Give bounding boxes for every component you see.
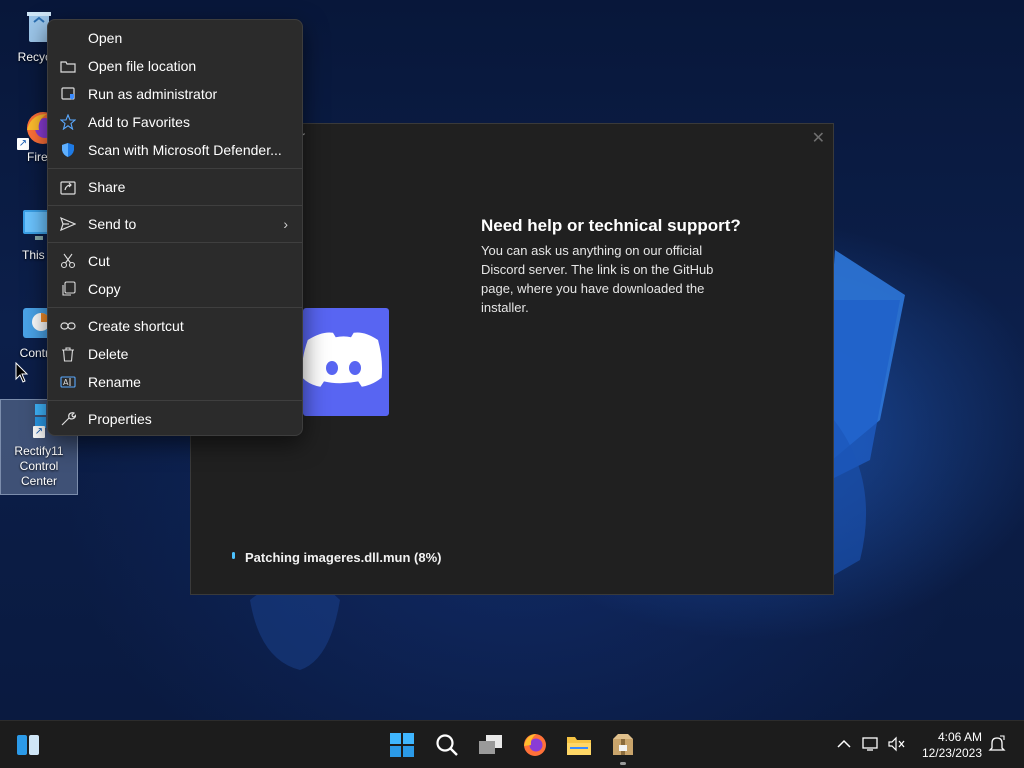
defender-icon (60, 142, 76, 158)
mouse-cursor-icon (15, 362, 29, 383)
menu-item-label: Run as administrator (88, 86, 218, 102)
menu-item-label: Create shortcut (88, 318, 184, 334)
menu-item-rename[interactable]: A Rename (52, 368, 298, 396)
show-hidden-icons-button[interactable] (835, 735, 853, 753)
menu-item-properties[interactable]: Properties (52, 405, 298, 433)
taskbar: 4:06 AM 12/23/2023 (0, 720, 1024, 768)
admin-shield-icon (60, 86, 76, 102)
clock[interactable]: 4:06 AM 12/23/2023 (912, 729, 982, 761)
menu-item-label: Open file location (88, 58, 197, 74)
svg-text:A: A (63, 378, 69, 387)
menu-item-label: Delete (88, 346, 129, 362)
widgets-button[interactable] (12, 729, 44, 761)
menu-item-open[interactable]: Open (52, 24, 298, 52)
wrench-icon (60, 411, 76, 427)
widgets-icon (17, 735, 39, 755)
chevron-up-icon (837, 739, 851, 748)
scissors-icon (60, 253, 76, 269)
menu-item-delete[interactable]: Delete (52, 340, 298, 368)
start-button[interactable] (386, 729, 418, 761)
menu-item-label: Open (88, 30, 123, 46)
blank-icon (60, 30, 76, 46)
menu-item-label: Add to Favorites (88, 114, 190, 130)
notification-bell-icon (988, 735, 1006, 751)
menu-item-run-as-administrator[interactable]: Run as administrator (52, 80, 298, 108)
menu-item-label: Share (88, 179, 126, 195)
volume-button[interactable] (888, 735, 906, 753)
task-view-button[interactable] (475, 729, 507, 761)
discord-icon (302, 332, 383, 387)
volume-muted-icon (888, 736, 905, 752)
menu-item-scan-with-defender[interactable]: Scan with Microsoft Defender... (52, 136, 298, 164)
search-button[interactable] (431, 729, 463, 761)
menu-item-label: Cut (88, 253, 110, 269)
task-view-icon (479, 735, 502, 754)
desktop-icon-label: Rectify11 Control Center (14, 444, 64, 488)
trash-icon (60, 346, 76, 362)
folder-icon (60, 58, 76, 74)
help-title: Need help or technical support? (481, 216, 741, 235)
share-icon (60, 179, 76, 195)
installer-package-icon (613, 734, 633, 755)
folder-icon (567, 737, 591, 755)
rename-icon: A (60, 374, 76, 390)
search-icon (436, 734, 458, 756)
send-icon (60, 216, 76, 232)
taskbar-file-explorer-button[interactable] (563, 729, 595, 761)
menu-item-cut[interactable]: Cut (52, 247, 298, 275)
progress-spinner-icon (232, 552, 235, 559)
close-button[interactable]: ✕ (812, 128, 825, 148)
menu-item-label: Copy (88, 281, 121, 297)
menu-item-copy[interactable]: Copy (52, 275, 298, 303)
status-text: Patching imageres.dll.mun (8%) (245, 550, 442, 565)
menu-item-send-to[interactable]: Send to › (52, 210, 298, 238)
menu-separator (48, 205, 302, 206)
menu-item-label: Scan with Microsoft Defender... (88, 142, 282, 158)
menu-separator (48, 400, 302, 401)
help-body: You can ask us anything on our official … (481, 243, 714, 315)
network-icon (862, 737, 878, 751)
link-icon (60, 318, 76, 334)
taskbar-firefox-button[interactable] (519, 729, 551, 761)
discord-tile[interactable] (302, 308, 389, 416)
menu-item-label: Rename (88, 374, 141, 390)
menu-item-create-shortcut[interactable]: Create shortcut (52, 312, 298, 340)
menu-item-label: Properties (88, 411, 152, 427)
context-menu: Open Open file location Run as administr… (47, 19, 303, 436)
windows-start-icon (390, 733, 414, 757)
menu-item-open-file-location[interactable]: Open file location (52, 52, 298, 80)
menu-item-add-to-favorites[interactable]: Add to Favorites (52, 108, 298, 136)
active-app-indicator (620, 762, 626, 765)
copy-icon (60, 281, 76, 297)
shortcut-arrow-icon: ↗ (33, 426, 45, 438)
notifications-button[interactable] (988, 735, 1006, 753)
menu-item-share[interactable]: Share (52, 173, 298, 201)
star-icon (60, 114, 76, 130)
shortcut-arrow-icon: ↗ (17, 138, 29, 150)
taskbar-installer-button[interactable] (607, 729, 639, 761)
network-button[interactable] (862, 735, 880, 753)
menu-item-label: Send to (88, 216, 137, 232)
firefox-icon (524, 734, 546, 756)
menu-separator (48, 242, 302, 243)
clock-time: 4:06 AM (937, 730, 982, 744)
clock-date: 12/23/2023 (921, 746, 982, 760)
chevron-right-icon: › (283, 216, 288, 232)
menu-separator (48, 168, 302, 169)
menu-separator (48, 307, 302, 308)
